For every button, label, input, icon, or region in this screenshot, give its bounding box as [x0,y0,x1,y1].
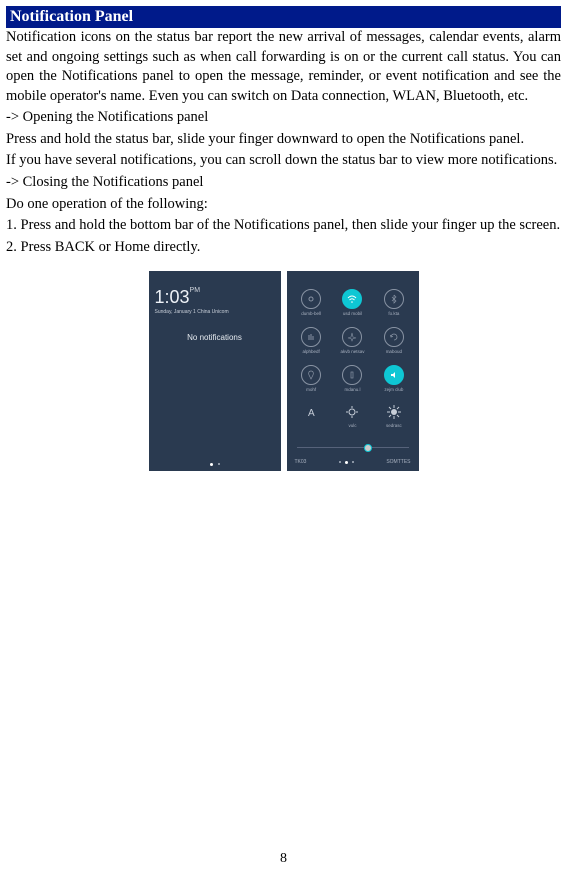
qs-tile[interactable]: fo.kta [373,289,414,327]
section-header: Notification Panel [6,6,561,28]
closing-step2: 2. Press BACK or Home directly. [6,238,561,258]
footer-left-label[interactable]: TK03 [295,459,307,465]
qs-footer: TK03 SOMTTES [287,459,419,465]
closing-intro: Do one operation of the following: [6,195,561,215]
flashlight-icon [342,365,362,385]
qs-brightness[interactable]: vulc [332,403,373,441]
qs-tile[interactable]: usd mobil [332,289,373,327]
dot-icon [352,461,354,463]
qs-label: zejm club [384,388,403,393]
qs-label: dumb-bell [301,312,321,317]
status-bar [287,271,419,281]
qs-tile[interactable]: alphbedf [291,327,332,365]
qs-auto-brightness[interactable]: A [291,403,332,441]
brightness-slider[interactable] [297,447,409,448]
qs-label: vulc [348,424,356,429]
sound-icon [384,365,404,385]
no-notifications-label: No notifications [149,333,281,342]
status-bar [149,271,281,281]
opening-heading: -> Opening the Notifications panel [6,108,561,128]
clock-date: Sunday, January 1 China Unicom [155,309,275,315]
section-title: Notification Panel [10,8,133,25]
qs-tile[interactable]: mdanu.l [332,365,373,403]
auto-brightness-icon: A [302,403,320,421]
phone-left-notification-panel: 1:03PM Sunday, January 1 China Unicom No… [149,271,281,471]
qs-label: usd mobil [343,312,362,317]
svg-text:A: A [308,408,315,419]
data-icon [301,327,321,347]
time-ampm: PM [190,287,201,294]
closing-step1: 1. Press and hold the bottom bar of the … [6,216,561,236]
qs-brightness-max[interactable]: sedrasc [373,403,414,441]
qs-label: fo.kta [388,312,399,317]
qs-label: alphbedf [303,350,320,355]
quick-settings-grid: dumb-bell usd mobil fo.kta alphbedf [287,281,419,445]
closing-heading: -> Closing the Notifications panel [6,173,561,193]
bluetooth-icon [384,289,404,309]
page-number: 8 [6,851,561,867]
rotate-icon [384,327,404,347]
qs-label: mohf [306,388,316,393]
qs-tile[interactable]: zejm club [373,365,414,403]
qs-label: mdanu.l [344,388,360,393]
body-text: Notification icons on the status bar rep… [6,28,561,257]
qs-tile[interactable]: maboud [373,327,414,365]
dot-icon [210,463,213,466]
qs-tile[interactable]: dumb-bell [291,289,332,327]
clock-time: 1:03PM [155,287,275,308]
intro-paragraph: Notification icons on the status bar rep… [6,28,561,106]
footer-right-label[interactable]: SOMTTES [386,459,410,465]
qs-label: maboud [386,350,402,355]
airplane-icon [342,327,362,347]
opening-step1: Press and hold the status bar, slide you… [6,130,561,150]
qs-tile[interactable]: akvb netsav [332,327,373,365]
phone-right-quicksettings: dumb-bell usd mobil fo.kta alphbedf [287,271,419,471]
brightness-icon [343,403,361,421]
time-block: 1:03PM Sunday, January 1 China Unicom [149,281,281,325]
opening-step2: If you have several notifications, you c… [6,151,561,171]
screenshot-row: 1:03PM Sunday, January 1 China Unicom No… [6,271,561,471]
page-indicator [149,463,281,466]
qs-label: akvb netsav [340,350,364,355]
location-icon [301,365,321,385]
qs-label: sedrasc [386,424,402,429]
generic-toggle-icon [301,289,321,309]
brightness-max-icon [385,403,403,421]
time-hours: 1:03 [155,287,190,307]
wifi-icon [342,289,362,309]
page-indicator [339,461,354,464]
dot-icon [218,463,220,465]
dot-icon [339,461,341,463]
qs-tile[interactable]: mohf [291,365,332,403]
dot-icon [345,461,348,464]
